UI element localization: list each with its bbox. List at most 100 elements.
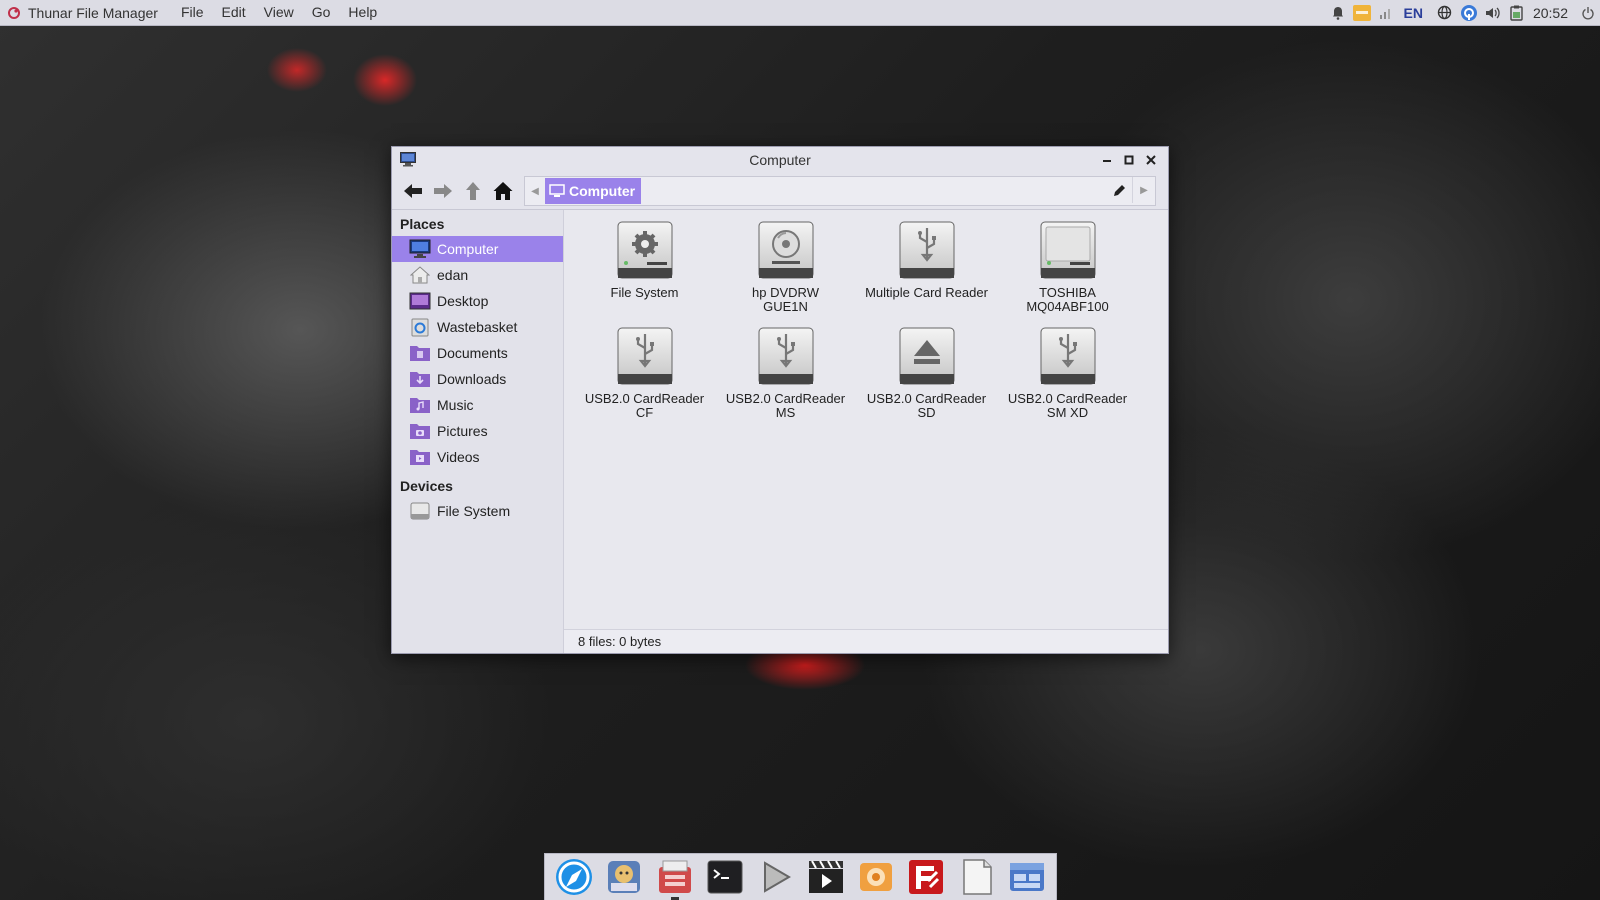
file-item-toshiba[interactable]: TOSHIBA MQ04ABF100 xyxy=(997,220,1138,326)
network-globe-icon[interactable] xyxy=(1436,4,1454,22)
sidebar-item-label: File System xyxy=(437,503,511,519)
clock[interactable]: 20:52 xyxy=(1533,5,1568,21)
desktop-icon xyxy=(409,291,431,311)
signal-strength-icon[interactable] xyxy=(1377,4,1395,22)
path-scroll-right-icon[interactable]: ▶ xyxy=(1132,177,1155,203)
sidebar-item-label: Videos xyxy=(437,449,480,465)
file-item-file-system[interactable]: File System xyxy=(574,220,715,326)
file-item-label: Multiple Card Reader xyxy=(865,285,988,300)
back-arrow-icon[interactable] xyxy=(398,177,428,205)
file-item-label: USB2.0 CardReader SD xyxy=(866,391,987,420)
notification-bell-icon[interactable] xyxy=(1329,4,1347,22)
location-bar: ◀ Computer ▶ xyxy=(524,176,1156,206)
file-item-label: USB2.0 CardReader CF xyxy=(584,391,705,420)
forward-arrow-icon[interactable] xyxy=(428,177,458,205)
pictures-folder-icon xyxy=(409,421,431,441)
system-tray: EN 20:52 xyxy=(1326,0,1600,25)
close-icon[interactable] xyxy=(1140,150,1162,170)
up-arrow-icon[interactable] xyxy=(458,177,488,205)
path-crumb-label: Computer xyxy=(569,183,636,199)
media-player-icon[interactable] xyxy=(754,856,796,898)
file-item-usb-cardreader-sd[interactable]: USB2.0 CardReader SD xyxy=(856,326,997,432)
usb-drive-icon xyxy=(897,220,957,280)
sidebar-item-label: Wastebasket xyxy=(437,319,518,335)
sidebar-item-edan[interactable]: edan xyxy=(392,262,563,288)
filezilla-icon[interactable] xyxy=(905,856,947,898)
sidebar-item-label: Pictures xyxy=(437,423,488,439)
sidebar-item-label: Downloads xyxy=(437,371,507,387)
package-installer-icon[interactable] xyxy=(654,856,696,900)
clipboard-icon[interactable] xyxy=(1508,4,1526,22)
computer-icon xyxy=(549,184,565,198)
video-player-icon[interactable] xyxy=(805,856,847,898)
places-heading: Places xyxy=(400,216,445,232)
file-item-usb-cardreader-sm-xd[interactable]: USB2.0 CardReader SM XD xyxy=(997,326,1138,432)
sidebar: Places Computer edan Desktop Wastebasket… xyxy=(392,210,564,653)
keyboard-layout[interactable]: EN xyxy=(1404,5,1423,21)
sidebar-item-documents[interactable]: Documents xyxy=(392,340,563,366)
desktop-switcher-icon[interactable] xyxy=(1006,856,1048,898)
edit-location-pencil-icon[interactable] xyxy=(1109,181,1129,201)
keyboard-indicator-icon[interactable] xyxy=(1352,4,1371,22)
wastebasket-icon xyxy=(409,317,431,337)
file-manager-window: Computer ◀ Computer ▶ Places Computer ed… xyxy=(391,146,1169,654)
terminal-icon[interactable] xyxy=(704,856,746,898)
downloads-folder-icon xyxy=(409,369,431,389)
computer-icon xyxy=(400,152,416,170)
hard-drive-gear-icon xyxy=(615,220,675,280)
sidebar-item-computer[interactable]: Computer xyxy=(392,236,563,262)
sidebar-item-videos[interactable]: Videos xyxy=(392,444,563,470)
sidebar-item-wastebasket[interactable]: Wastebasket xyxy=(392,314,563,340)
file-item-dvdrw[interactable]: hp DVDRW GUE1N xyxy=(715,220,856,326)
file-item-label: TOSHIBA MQ04ABF100 xyxy=(1026,285,1109,314)
file-item-label: File System xyxy=(610,285,679,300)
updater-icon[interactable] xyxy=(1460,4,1478,22)
path-crumb-computer[interactable]: Computer xyxy=(545,178,642,204)
browser-icon[interactable] xyxy=(553,856,595,898)
devices-heading: Devices xyxy=(400,478,453,494)
menu-file[interactable]: File xyxy=(172,0,213,25)
sidebar-item-desktop[interactable]: Desktop xyxy=(392,288,563,314)
image-viewer-icon[interactable] xyxy=(855,856,897,898)
sidebar-item-label: edan xyxy=(437,267,469,283)
sidebar-item-label: Music xyxy=(437,397,474,413)
computer-icon xyxy=(409,239,431,259)
path-scroll-left-icon[interactable]: ◀ xyxy=(525,178,545,204)
eject-drive-icon xyxy=(897,326,957,386)
music-folder-icon xyxy=(409,395,431,415)
sidebar-item-file-system[interactable]: File System xyxy=(392,498,563,524)
app-logo-icon[interactable] xyxy=(6,5,22,21)
sidebar-item-pictures[interactable]: Pictures xyxy=(392,418,563,444)
videos-folder-icon xyxy=(409,447,431,467)
file-item-label: USB2.0 CardReader SM XD xyxy=(1007,391,1128,420)
minimize-icon[interactable] xyxy=(1096,150,1118,170)
file-item-label: hp DVDRW GUE1N xyxy=(752,285,819,314)
sidebar-item-downloads[interactable]: Downloads xyxy=(392,366,563,392)
power-icon[interactable] xyxy=(1579,4,1597,22)
drive-icon xyxy=(409,501,431,521)
volume-icon[interactable] xyxy=(1484,4,1502,22)
window-title: Computer xyxy=(749,152,811,168)
maximize-icon[interactable] xyxy=(1118,150,1140,170)
menu-help[interactable]: Help xyxy=(339,0,386,25)
file-item-usb-cardreader-ms[interactable]: USB2.0 CardReader MS xyxy=(715,326,856,432)
hard-disk-icon xyxy=(1038,220,1098,280)
menu-go[interactable]: Go xyxy=(303,0,340,25)
usb-drive-icon xyxy=(615,326,675,386)
file-item-label: USB2.0 CardReader MS xyxy=(725,391,846,420)
top-panel: Thunar File Manager File Edit View Go He… xyxy=(0,0,1600,26)
sidebar-item-music[interactable]: Music xyxy=(392,392,563,418)
file-item-multiple-card-reader[interactable]: Multiple Card Reader xyxy=(856,220,997,326)
file-item-usb-cardreader-cf[interactable]: USB2.0 CardReader CF xyxy=(574,326,715,432)
optical-drive-icon xyxy=(756,220,816,280)
text-editor-icon[interactable] xyxy=(956,856,998,898)
window-titlebar[interactable]: Computer xyxy=(392,147,1168,173)
menu-edit[interactable]: Edit xyxy=(213,0,255,25)
file-view: File System hp DVDRW GUE1N Multiple Card… xyxy=(564,210,1168,653)
home-folder-icon xyxy=(409,265,431,285)
menu-view[interactable]: View xyxy=(255,0,303,25)
sidebar-item-label: Computer xyxy=(437,241,499,257)
home-icon[interactable] xyxy=(488,177,518,205)
toolbar: ◀ Computer ▶ xyxy=(392,173,1168,210)
mail-icon[interactable] xyxy=(603,856,645,898)
